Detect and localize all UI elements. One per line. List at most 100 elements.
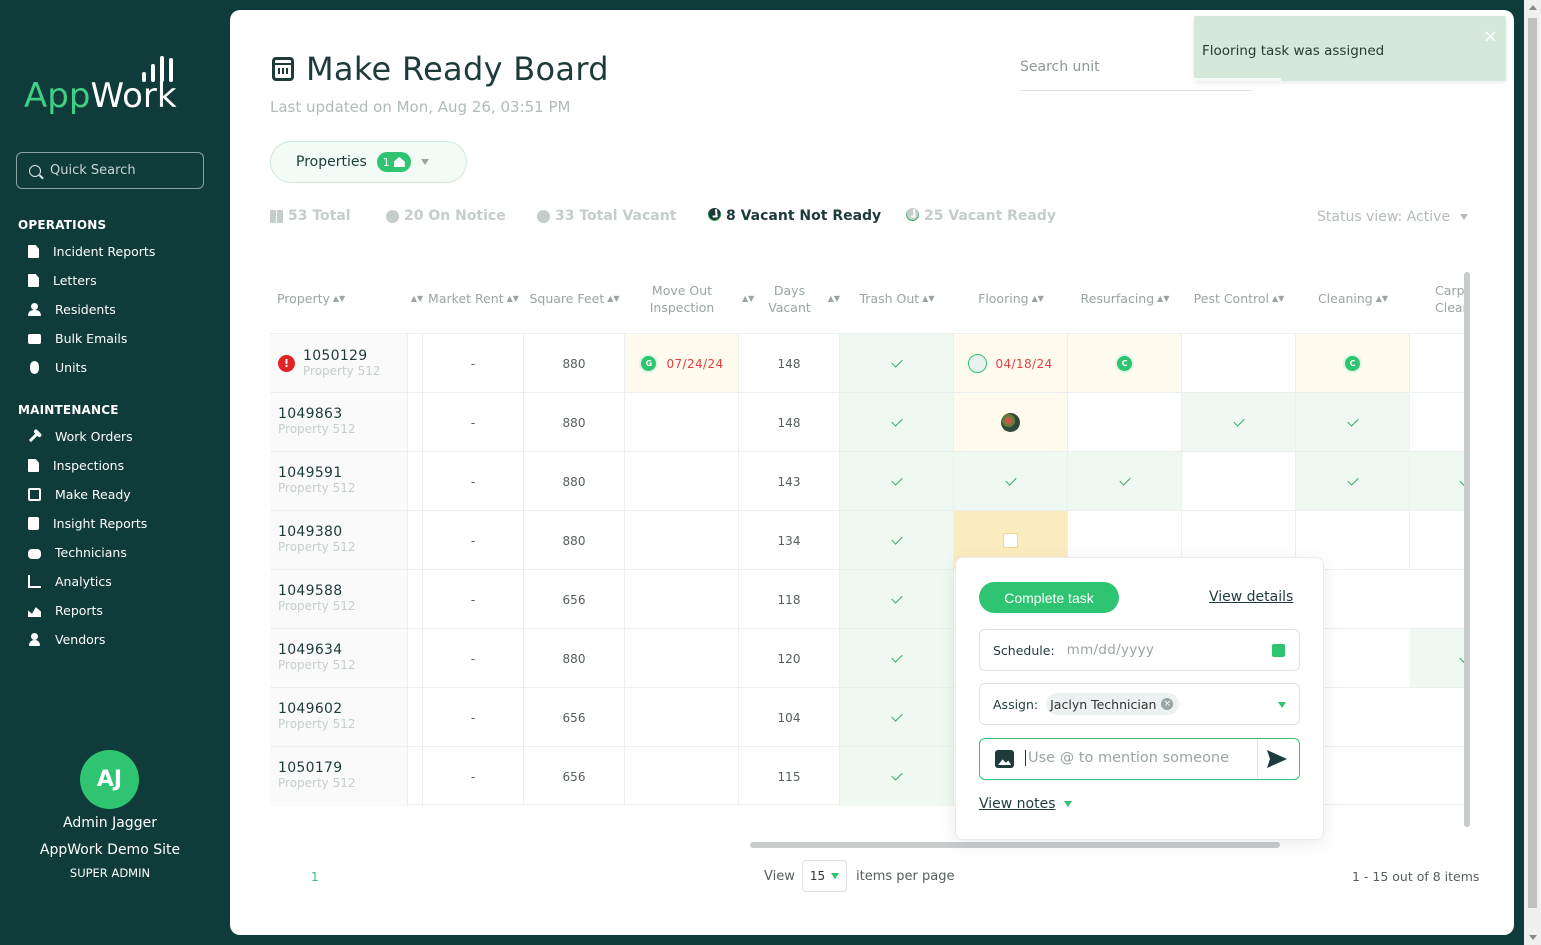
property-cell[interactable]: 1049380 Property 512 xyxy=(270,511,408,570)
table-row[interactable]: 1049863 Property 512 - 880 148 xyxy=(270,392,1464,452)
stat-on-notice[interactable]: 20 On Notice xyxy=(386,208,537,224)
schedule-input[interactable]: mm/dd/yyyy xyxy=(1067,642,1155,658)
stat-total-vacant[interactable]: 33 Total Vacant xyxy=(537,208,708,224)
cleaning-cell[interactable] xyxy=(1296,452,1410,511)
carpet-clean-cell[interactable] xyxy=(1410,629,1464,688)
property-cell[interactable]: 1049634 Property 512 xyxy=(270,629,408,688)
avatar[interactable]: AJ xyxy=(80,750,139,809)
window-scrollbar[interactable] xyxy=(1524,0,1541,945)
quick-search-input[interactable]: Quick Search xyxy=(16,152,204,189)
trash-out-cell[interactable] xyxy=(840,747,954,806)
stat-vacant-not-ready[interactable]: 8 Vacant Not Ready xyxy=(705,205,906,224)
close-icon[interactable]: × xyxy=(1483,26,1498,47)
move-out-cell[interactable]: G 07/24/24 xyxy=(625,334,739,393)
move-out-cell[interactable] xyxy=(625,688,739,747)
property-cell[interactable]: 1049863 Property 512 xyxy=(270,393,408,452)
sidebar-item-inspections[interactable]: Inspections xyxy=(28,451,147,480)
column-header-flooring[interactable]: Flooring ▲▼ xyxy=(954,273,1068,325)
table-row[interactable]: 1049591 Property 512 - 880 143 xyxy=(270,451,1464,511)
flooring-cell[interactable]: 04/18/24 xyxy=(954,334,1068,393)
property-cell[interactable]: 1049588 Property 512 xyxy=(270,570,408,629)
horizontal-scrollbar[interactable] xyxy=(750,842,1280,848)
resurfacing-cell[interactable] xyxy=(1068,452,1182,511)
sidebar-item-bulk-emails[interactable]: Bulk Emails xyxy=(28,324,155,353)
sidebar-item-vendors[interactable]: Vendors xyxy=(28,625,147,654)
remove-chip-icon[interactable]: × xyxy=(1161,698,1174,710)
pest-control-cell[interactable] xyxy=(1182,452,1296,511)
cleaning-cell[interactable] xyxy=(1296,393,1410,452)
view-notes-toggle[interactable]: View notes xyxy=(979,796,1072,812)
schedule-field[interactable]: Schedule: mm/dd/yyyy xyxy=(979,629,1300,671)
move-out-cell[interactable] xyxy=(625,452,739,511)
column-header-carpet-clean[interactable]: Carpet Clean xyxy=(1410,273,1464,325)
pest-control-cell[interactable] xyxy=(1182,393,1296,452)
sidebar-item-technicians[interactable]: Technicians xyxy=(28,538,147,567)
column-header-square-feet[interactable]: Square Feet ▲▼ xyxy=(524,273,625,325)
column-header-property[interactable]: Property ▲▼ xyxy=(270,273,408,325)
move-out-cell[interactable] xyxy=(625,747,739,806)
sidebar-item-units[interactable]: Units xyxy=(28,353,155,382)
property-cell[interactable]: 1050179 Property 512 xyxy=(270,747,408,806)
complete-task-button[interactable]: Complete task xyxy=(979,582,1119,613)
scroll-up-icon[interactable] xyxy=(1529,5,1537,10)
carpet-clean-cell[interactable] xyxy=(1410,688,1464,747)
column-header-resurfacing[interactable]: Resurfacing ▲▼ xyxy=(1068,273,1182,325)
resurfacing-cell[interactable] xyxy=(1068,393,1182,452)
move-out-cell[interactable] xyxy=(625,393,739,452)
move-out-cell[interactable] xyxy=(625,629,739,688)
sidebar-item-letters[interactable]: Letters xyxy=(28,266,155,295)
resurfacing-cell[interactable]: C xyxy=(1068,334,1182,393)
property-cell[interactable]: 1049602 Property 512 xyxy=(270,688,408,747)
flooring-cell[interactable] xyxy=(954,452,1068,511)
cleaning-cell[interactable]: C xyxy=(1296,334,1410,393)
message-input[interactable]: Use @ to mention someone xyxy=(979,738,1300,780)
pagination-page[interactable]: 1 xyxy=(311,870,319,884)
carpet-clean-cell[interactable] xyxy=(1410,334,1464,393)
stat-total[interactable]: 53 Total xyxy=(270,208,386,224)
column-header-pest-control[interactable]: Pest Control ▲▼ xyxy=(1182,273,1296,325)
trash-out-cell[interactable] xyxy=(840,452,954,511)
trash-out-cell[interactable] xyxy=(840,393,954,452)
stat-vacant-ready[interactable]: 25 Vacant Ready xyxy=(903,205,1066,224)
sidebar-item-work-orders[interactable]: Work Orders xyxy=(28,422,147,451)
move-out-cell[interactable] xyxy=(625,570,739,629)
sidebar-item-incident-reports[interactable]: Incident Reports xyxy=(28,237,155,266)
sidebar-item-residents[interactable]: Residents xyxy=(28,295,155,324)
carpet-clean-cell[interactable] xyxy=(1410,570,1464,629)
vertical-scrollbar[interactable] xyxy=(1464,272,1470,827)
carpet-clean-cell[interactable] xyxy=(1410,511,1464,570)
calendar-icon[interactable] xyxy=(1272,644,1285,657)
column-header-trash-out[interactable]: Trash Out ▲▼ xyxy=(840,273,954,325)
trash-out-cell[interactable] xyxy=(840,629,954,688)
column-header-days-vacant[interactable]: ▲▼ Days Vacant ▲▼ xyxy=(739,273,840,325)
flooring-cell[interactable] xyxy=(954,393,1068,452)
chevron-down-icon[interactable] xyxy=(1278,702,1286,708)
scroll-down-icon[interactable] xyxy=(1529,935,1537,940)
carpet-clean-cell[interactable] xyxy=(1410,452,1464,511)
table-row[interactable]: ! 1050129 Property 512 - 880 G 07/24/24 14… xyxy=(270,333,1464,393)
appwork-logo[interactable]: AppWork xyxy=(24,54,204,118)
scroll-thumb[interactable] xyxy=(1528,18,1537,908)
column-header-move-out-inspection[interactable]: Move Out Inspection xyxy=(625,273,739,325)
send-icon[interactable] xyxy=(1267,750,1287,768)
assign-field[interactable]: Assign: Jaclyn Technician × xyxy=(979,683,1300,725)
carpet-clean-cell[interactable] xyxy=(1410,747,1464,806)
sidebar-item-reports[interactable]: Reports xyxy=(28,596,147,625)
sidebar-item-insight-reports[interactable]: Insight Reports xyxy=(28,509,147,538)
trash-out-cell[interactable] xyxy=(840,570,954,629)
column-header-market-rent[interactable]: Market Rent ▲▼ xyxy=(423,273,524,325)
carpet-clean-cell[interactable] xyxy=(1410,393,1464,452)
column-header-cleaning[interactable]: Cleaning ▲▼ xyxy=(1296,273,1410,325)
checkbox[interactable] xyxy=(1003,533,1018,548)
image-upload-icon[interactable] xyxy=(995,750,1014,768)
property-cell[interactable]: 1049591 Property 512 xyxy=(270,452,408,511)
properties-filter[interactable]: Properties 1 xyxy=(270,141,467,183)
trash-out-cell[interactable] xyxy=(840,334,954,393)
sidebar-item-make-ready[interactable]: Make Ready xyxy=(28,480,147,509)
move-out-cell[interactable] xyxy=(625,511,739,570)
pest-control-cell[interactable] xyxy=(1182,334,1296,393)
view-details-link[interactable]: View details xyxy=(1209,589,1293,605)
column-header-blank[interactable]: ▲▼ xyxy=(408,273,423,325)
trash-out-cell[interactable] xyxy=(840,688,954,747)
status-view-dropdown[interactable]: Status view: Active xyxy=(1317,209,1469,225)
